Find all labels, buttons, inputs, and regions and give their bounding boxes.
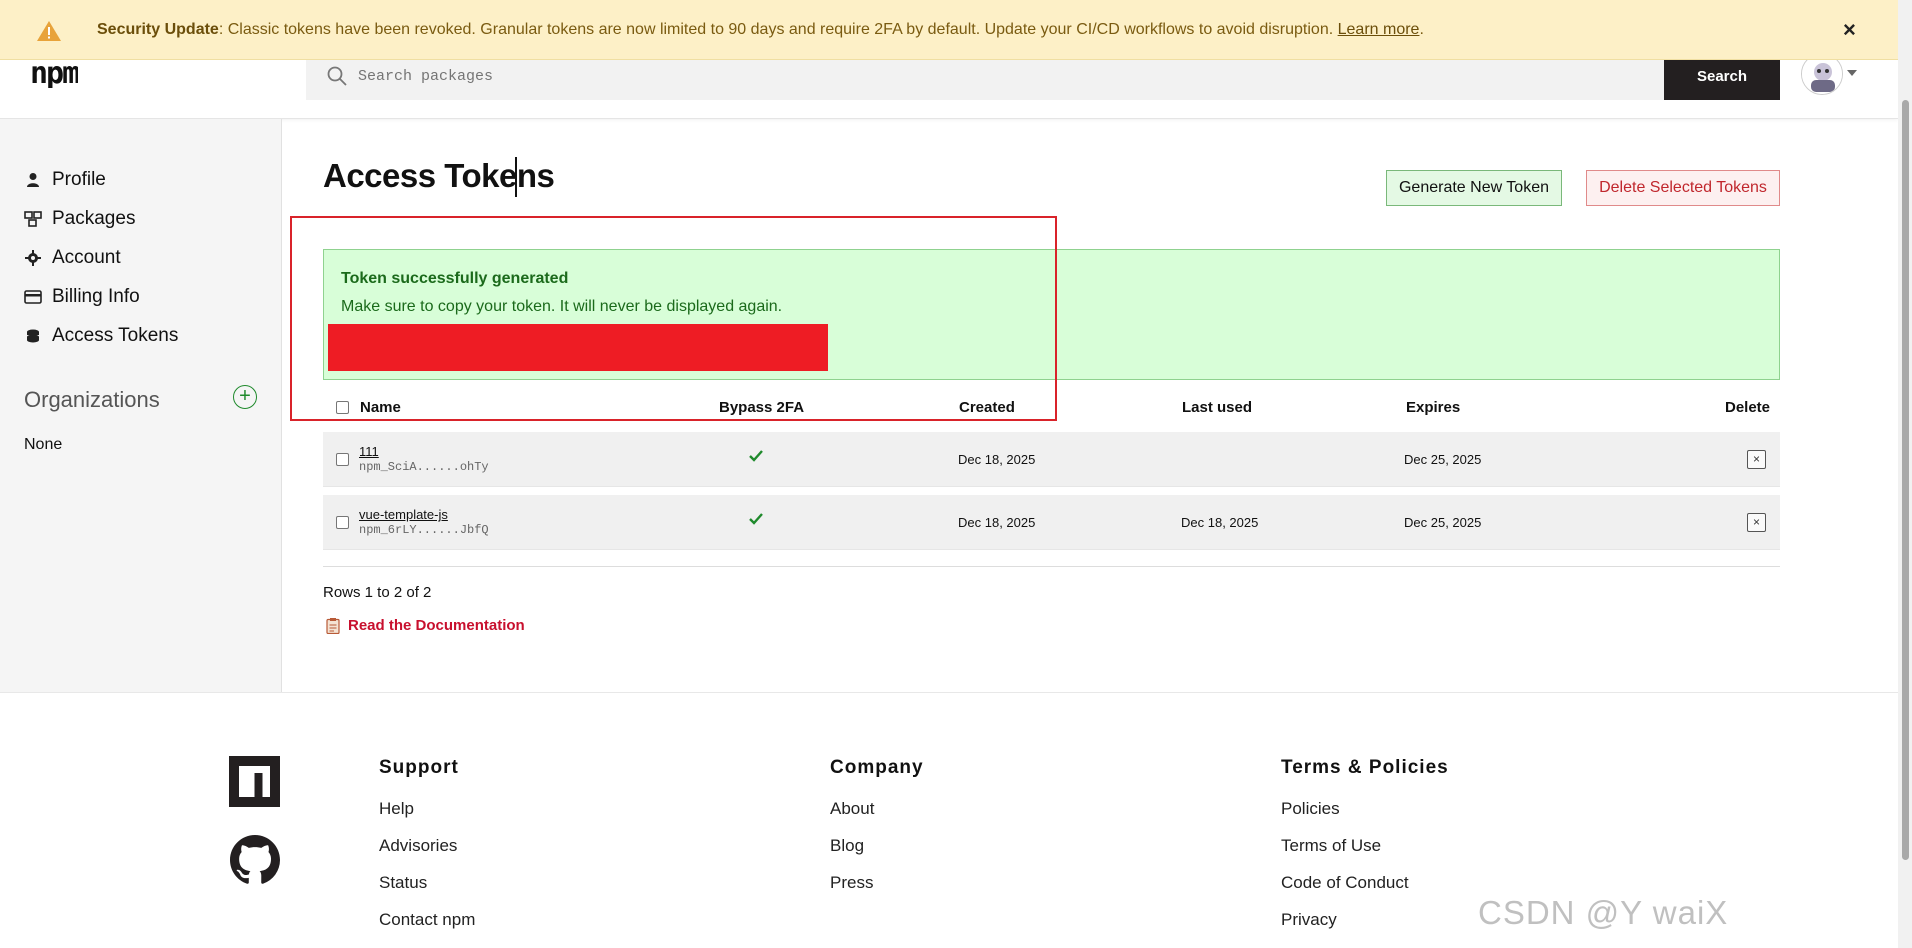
clipboard-icon	[326, 618, 340, 634]
packages-icon	[24, 210, 42, 228]
organizations-empty: None	[24, 436, 63, 453]
footer-link-status[interactable]: Status	[379, 873, 475, 893]
footer-column-terms: Terms & Policies Policies Terms of Use C…	[1281, 757, 1449, 947]
search-icon	[327, 66, 347, 86]
sidebar-item-profile[interactable]: Profile	[24, 169, 106, 191]
banner-message: : Classic tokens have been revoked. Gran…	[218, 21, 1338, 38]
sidebar-item-label: Account	[52, 247, 121, 268]
token-expires: Dec 25, 2025	[1404, 452, 1482, 467]
token-expires: Dec 25, 2025	[1404, 515, 1482, 530]
add-organization-icon[interactable]: +	[233, 385, 257, 409]
warning-icon	[37, 21, 61, 41]
footer-link-advisories[interactable]: Advisories	[379, 836, 475, 856]
token-masked-value: npm_6rLY......JbfQ	[359, 523, 489, 537]
column-header-expires: Expires	[1406, 399, 1461, 416]
token-name-link[interactable]: 111	[359, 444, 379, 459]
token-name-link[interactable]: vue-template-js	[359, 507, 448, 522]
watermark: CSDN @Y waiX	[1478, 894, 1729, 931]
column-header-bypass: Bypass 2FA	[719, 399, 805, 416]
sidebar-item-label: Access Tokens	[52, 325, 179, 346]
gear-icon	[24, 249, 42, 267]
sidebar-item-access-tokens[interactable]: Access Tokens	[24, 325, 178, 347]
sidebar-item-billing[interactable]: Billing Info	[24, 286, 140, 308]
settings-sidebar: Profile Packages Account Billing Info Ac…	[0, 119, 282, 692]
token-created: Dec 18, 2025	[958, 515, 1036, 530]
check-icon	[749, 450, 763, 462]
token-last-used: Dec 18, 2025	[1181, 515, 1259, 530]
footer-link-code-of-conduct[interactable]: Code of Conduct	[1281, 873, 1449, 893]
banner-label: Security Update	[97, 21, 219, 38]
close-icon[interactable]: ×	[1843, 17, 1856, 43]
column-header-last-used: Last used	[1182, 399, 1253, 416]
user-icon	[24, 171, 42, 189]
sidebar-item-account[interactable]: Account	[24, 247, 121, 269]
credit-card-icon	[24, 288, 42, 306]
text-cursor	[515, 157, 517, 197]
footer-link-privacy[interactable]: Privacy	[1281, 910, 1449, 930]
sidebar-item-label: Profile	[52, 169, 106, 190]
footer-column-support: Support Help Advisories Status Contact n…	[379, 757, 475, 947]
documentation-link[interactable]: Read the Documentation	[326, 617, 525, 634]
delete-selected-tokens-button[interactable]: Delete Selected Tokens	[1586, 170, 1780, 206]
sidebar-item-label: Packages	[52, 208, 136, 229]
rows-count: Rows 1 to 2 of 2	[323, 584, 432, 601]
banner-text: Security Update: Classic tokens have bee…	[97, 21, 1424, 39]
delete-token-icon[interactable]: ×	[1747, 513, 1766, 532]
redacted-token	[328, 324, 828, 371]
chevron-down-icon[interactable]	[1847, 70, 1857, 76]
success-alert: Token successfully generated Make sure t…	[323, 249, 1780, 380]
avatar-image-icon	[1802, 54, 1842, 94]
sidebar-item-label: Billing Info	[52, 286, 140, 307]
table-row: vue-template-js npm_6rLY......JbfQ Dec 1…	[323, 495, 1780, 550]
documentation-link-label: Read the Documentation	[348, 617, 525, 634]
security-banner: Security Update: Classic tokens have bee…	[0, 0, 1898, 60]
check-icon	[749, 513, 763, 525]
generate-new-token-button[interactable]: Generate New Token	[1386, 170, 1562, 206]
column-header-delete: Delete	[1725, 399, 1771, 416]
footer-heading: Support	[379, 757, 459, 778]
table-header: Name Bypass 2FA Created Last used Expire…	[323, 395, 1780, 419]
footer-heading: Company	[830, 757, 924, 778]
footer-link-help[interactable]: Help	[379, 799, 475, 819]
footer-heading: Terms & Policies	[1281, 757, 1449, 778]
footer-link-blog[interactable]: Blog	[830, 836, 924, 856]
token-masked-value: npm_SciA......ohTy	[359, 460, 489, 474]
tokens-icon	[24, 327, 42, 345]
footer-column-company: Company About Blog Press	[830, 757, 924, 910]
table-divider	[323, 566, 1780, 567]
select-all-checkbox[interactable]	[336, 401, 349, 414]
organizations-heading: Organizations	[24, 387, 160, 412]
npm-logo[interactable]: npm	[30, 60, 78, 88]
column-header-created: Created	[959, 399, 1015, 416]
footer-link-policies[interactable]: Policies	[1281, 799, 1449, 819]
column-header-name: Name	[360, 399, 401, 416]
search-input[interactable]	[358, 64, 1608, 88]
row-checkbox[interactable]	[336, 516, 349, 529]
alert-message: Make sure to copy your token. It will ne…	[341, 298, 783, 315]
banner-end: .	[1419, 21, 1424, 38]
row-checkbox[interactable]	[336, 453, 349, 466]
token-created: Dec 18, 2025	[958, 452, 1036, 467]
sidebar-item-packages[interactable]: Packages	[24, 208, 135, 230]
learn-more-link[interactable]: Learn more	[1338, 21, 1420, 38]
footer-link-about[interactable]: About	[830, 799, 924, 819]
footer-link-contact[interactable]: Contact npm	[379, 910, 475, 930]
alert-title: Token successfully generated	[341, 270, 569, 287]
github-icon[interactable]	[230, 835, 280, 885]
footer-link-press[interactable]: Press	[830, 873, 924, 893]
delete-token-icon[interactable]: ×	[1747, 450, 1766, 469]
npm-footer-logo-icon[interactable]	[229, 756, 280, 807]
page-title: Access Tokens	[323, 157, 555, 194]
page-scrollbar[interactable]	[1898, 0, 1912, 948]
footer-link-terms[interactable]: Terms of Use	[1281, 836, 1449, 856]
scrollbar-thumb[interactable]	[1902, 100, 1909, 860]
table-row: 111 npm_SciA......ohTy Dec 18, 2025 Dec …	[323, 432, 1780, 487]
